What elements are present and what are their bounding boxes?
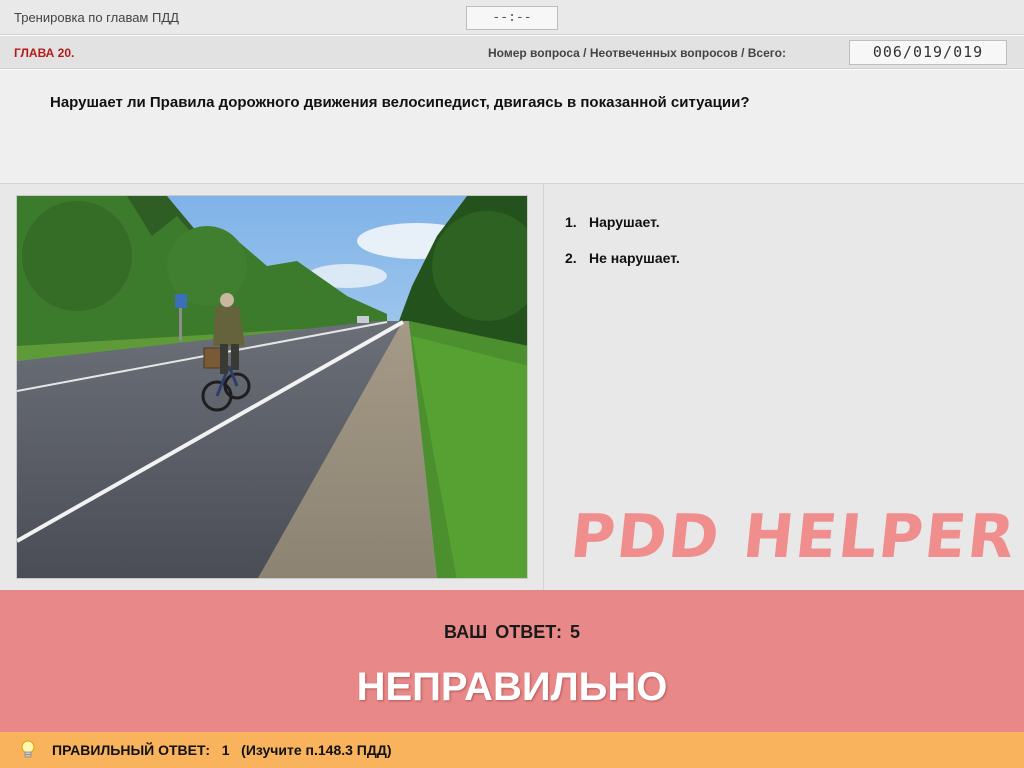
watermark-logo: PDD HELPER: [567, 502, 1020, 572]
correct-answer-text: ПРАВИЛЬНЫЙ ОТВЕТ: 1 (Изучите п.148.3 ПДД…: [52, 742, 392, 758]
question-text: Нарушает ли Правила дорожного движения в…: [50, 94, 750, 111]
your-answer: ВАШ ОТВЕТ: 5: [444, 622, 580, 642]
verdict-text: НЕПРАВИЛЬНО: [356, 665, 668, 709]
chapter-title: ГЛАВА 20.: [14, 46, 75, 60]
question-counter-label: Номер вопроса / Неотвеченных вопросов / …: [488, 46, 786, 60]
answer-label: Не нарушает.: [589, 250, 680, 266]
timer: --:--: [466, 6, 558, 30]
answer-label: Нарушает.: [589, 214, 660, 230]
question-image: [16, 195, 528, 579]
mode-title: Тренировка по главам ПДД: [14, 10, 179, 25]
result-panel: ВАШ ОТВЕТ: 5 НЕПРАВИЛЬНО: [0, 590, 1024, 732]
chapter-bar: ГЛАВА 20. Номер вопроса / Неотвеченных в…: [0, 36, 1024, 69]
answer-option-2[interactable]: 2. Не нарушает.: [565, 250, 680, 266]
content-area: 1. Нарушает. 2. Не нарушает. PDD HELPER: [0, 184, 1024, 590]
answer-list: 1. Нарушает. 2. Не нарушает.: [565, 214, 680, 286]
correct-answer-bar: ПРАВИЛЬНЫЙ ОТВЕТ: 1 (Изучите п.148.3 ПДД…: [0, 732, 1024, 768]
question-counter: 006/019/019: [849, 40, 1007, 65]
panel-divider: [543, 184, 544, 590]
answer-number: 1.: [565, 214, 577, 230]
top-bar: Тренировка по главам ПДД --:--: [0, 0, 1024, 35]
answer-number: 2.: [565, 250, 577, 266]
question-panel: Нарушает ли Правила дорожного движения в…: [0, 70, 1024, 184]
lightbulb-icon: [21, 740, 35, 758]
answer-option-1[interactable]: 1. Нарушает.: [565, 214, 680, 230]
